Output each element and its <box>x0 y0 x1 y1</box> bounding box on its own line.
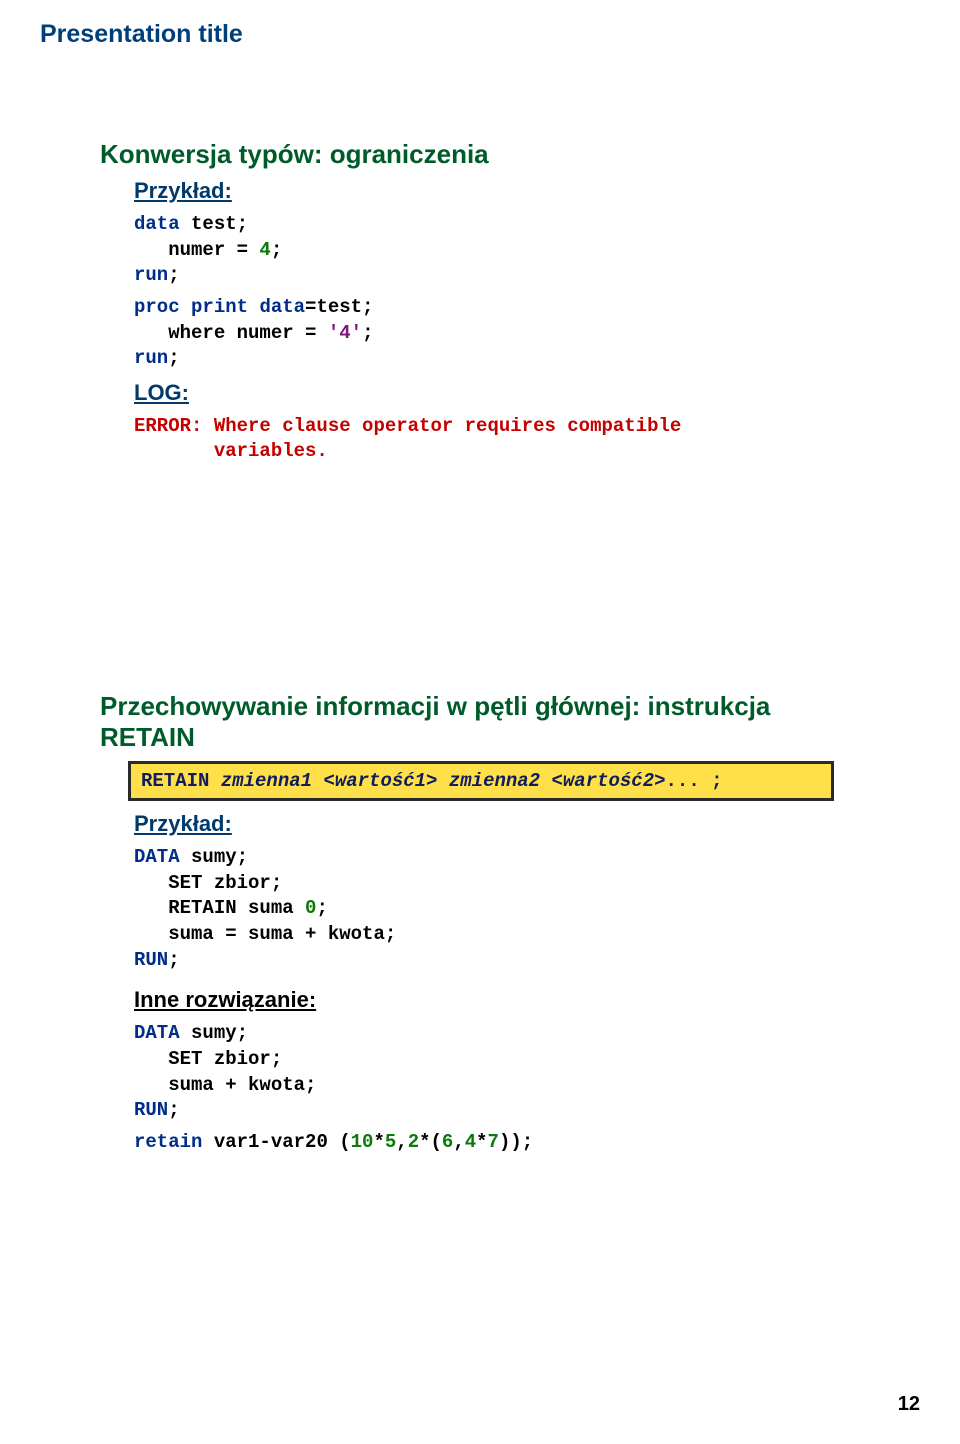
code-text: var1-var20 ( <box>202 1131 350 1153</box>
code-text: ; <box>271 239 282 261</box>
syntax-text: RETAIN zmienna1 <wartość1> zmienna2 <war… <box>141 770 723 792</box>
page-title: Presentation title <box>40 20 920 49</box>
code-text: suma = suma + kwota; <box>134 922 810 948</box>
syntax-box: RETAIN zmienna1 <wartość1> zmienna2 <war… <box>128 761 834 801</box>
code-text: ; <box>168 949 179 971</box>
code-text: ; <box>316 897 327 919</box>
code-text <box>248 296 259 318</box>
slide1-code-block-2: proc print data=test; where numer = '4';… <box>134 295 810 372</box>
code-text: where numer = <box>134 322 328 344</box>
code-number: 0 <box>305 897 316 919</box>
code-keyword: run <box>134 264 168 286</box>
code-number: 6 <box>442 1131 453 1153</box>
slide1-log-label: LOG: <box>134 380 810 406</box>
code-text: )); <box>499 1131 533 1153</box>
code-text: numer = <box>134 239 259 261</box>
code-number: 10 <box>351 1131 374 1153</box>
code-keyword: DATA <box>134 846 180 868</box>
code-number: 2 <box>408 1131 419 1153</box>
code-text: sumy; <box>180 846 248 868</box>
slide1-example-label: Przykład: <box>134 178 810 204</box>
code-text: *( <box>419 1131 442 1153</box>
code-keyword: RUN <box>134 949 168 971</box>
error-text: ERROR: Where clause operator requires co… <box>134 414 810 465</box>
code-text: =test; <box>305 296 373 318</box>
code-text: SET zbior; <box>134 871 810 897</box>
code-text: sumy; <box>180 1022 248 1044</box>
slide1-title: Konwersja typów: ograniczenia <box>100 139 810 170</box>
slide-retain: Przechowywanie informacji w pętli główne… <box>40 661 860 1191</box>
code-keyword: proc <box>134 296 180 318</box>
code-text: , <box>453 1131 464 1153</box>
slide1-code-block-1: data test; numer = 4; run; <box>134 212 810 289</box>
slide2-code-block-2: DATA sumy; SET zbior; suma + kwota; RUN; <box>134 1021 810 1124</box>
code-text: test; <box>180 213 248 235</box>
code-text: ; <box>362 322 373 344</box>
page-number: 12 <box>898 1393 920 1416</box>
code-number: 5 <box>385 1131 396 1153</box>
code-keyword: data <box>134 213 180 235</box>
slide2-retain-example: retain var1-var20 (10*5,2*(6,4*7)); <box>134 1130 810 1156</box>
code-keyword: RUN <box>134 1099 168 1121</box>
slide2-example-label: Przykład: <box>134 811 810 837</box>
code-keyword: DATA <box>134 1022 180 1044</box>
slide2-title: Przechowywanie informacji w pętli główne… <box>100 691 810 753</box>
code-text: ; <box>168 1099 179 1121</box>
code-text: ; <box>168 264 179 286</box>
code-keyword: retain <box>134 1131 202 1153</box>
code-text: RETAIN suma <box>134 897 305 919</box>
code-number: 4 <box>259 239 270 261</box>
page: Presentation title Konwersja typów: ogra… <box>0 0 960 1444</box>
code-string: '4' <box>328 322 362 344</box>
code-keyword: run <box>134 347 168 369</box>
code-keyword: data <box>259 296 305 318</box>
slide2-alt-label: Inne rozwiązanie: <box>134 987 810 1013</box>
slide2-code-block-1: DATA sumy; SET zbior; RETAIN suma 0; sum… <box>134 845 810 973</box>
code-number: 4 <box>465 1131 476 1153</box>
code-text: ; <box>168 347 179 369</box>
code-text: * <box>373 1131 384 1153</box>
slide-conversion-limits: Konwersja typów: ograniczenia Przykład: … <box>40 109 860 591</box>
code-text: SET zbior; <box>134 1047 810 1073</box>
code-text: suma + kwota; <box>134 1073 810 1099</box>
code-text <box>180 296 191 318</box>
code-number: 7 <box>488 1131 499 1153</box>
code-text: , <box>396 1131 407 1153</box>
code-text: * <box>476 1131 487 1153</box>
slide1-error-block: ERROR: Where clause operator requires co… <box>134 414 810 465</box>
code-keyword: print <box>191 296 248 318</box>
